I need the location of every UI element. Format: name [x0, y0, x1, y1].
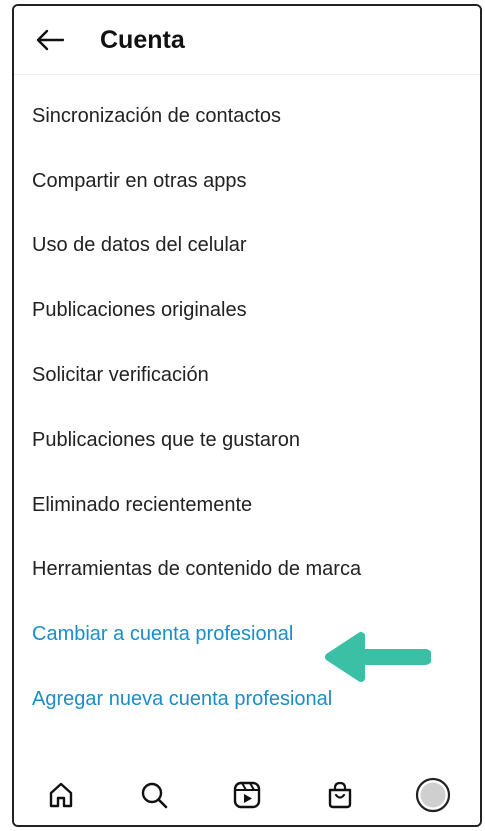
phone-screen: Cuenta Configuración del navegador Sincr…	[12, 4, 482, 827]
arrow-left-icon	[36, 29, 65, 51]
list-item-recently-deleted[interactable]: Eliminado recientemente	[14, 473, 480, 538]
top-bar: Cuenta	[14, 6, 480, 75]
back-button[interactable]	[32, 22, 68, 58]
nav-reels[interactable]	[225, 773, 269, 817]
list-item-original-posts[interactable]: Publicaciones originales	[14, 278, 480, 343]
nav-profile[interactable]	[411, 773, 455, 817]
profile-avatar	[416, 777, 451, 813]
list-item-branded-content-tools[interactable]: Herramientas de contenido de marca	[14, 538, 480, 603]
nav-shop[interactable]	[318, 773, 362, 817]
page-title: Cuenta	[100, 25, 185, 54]
search-icon	[141, 782, 168, 809]
list-item-sync-contacts[interactable]: Sincronización de contactos	[14, 84, 480, 149]
reels-icon	[233, 781, 261, 809]
shop-icon	[328, 781, 352, 809]
list-item-request-verification[interactable]: Solicitar verificación	[14, 343, 480, 408]
nav-search[interactable]	[132, 773, 176, 817]
list-item-cellular-data[interactable]: Uso de datos del celular	[14, 214, 480, 279]
list-item-share-other-apps[interactable]: Compartir en otras apps	[14, 149, 480, 214]
annotation-arrow-icon	[325, 632, 431, 682]
home-icon	[49, 782, 72, 808]
list-item-liked-posts[interactable]: Publicaciones que te gustaron	[14, 408, 480, 473]
bottom-nav	[14, 765, 480, 825]
nav-home[interactable]	[39, 773, 83, 817]
